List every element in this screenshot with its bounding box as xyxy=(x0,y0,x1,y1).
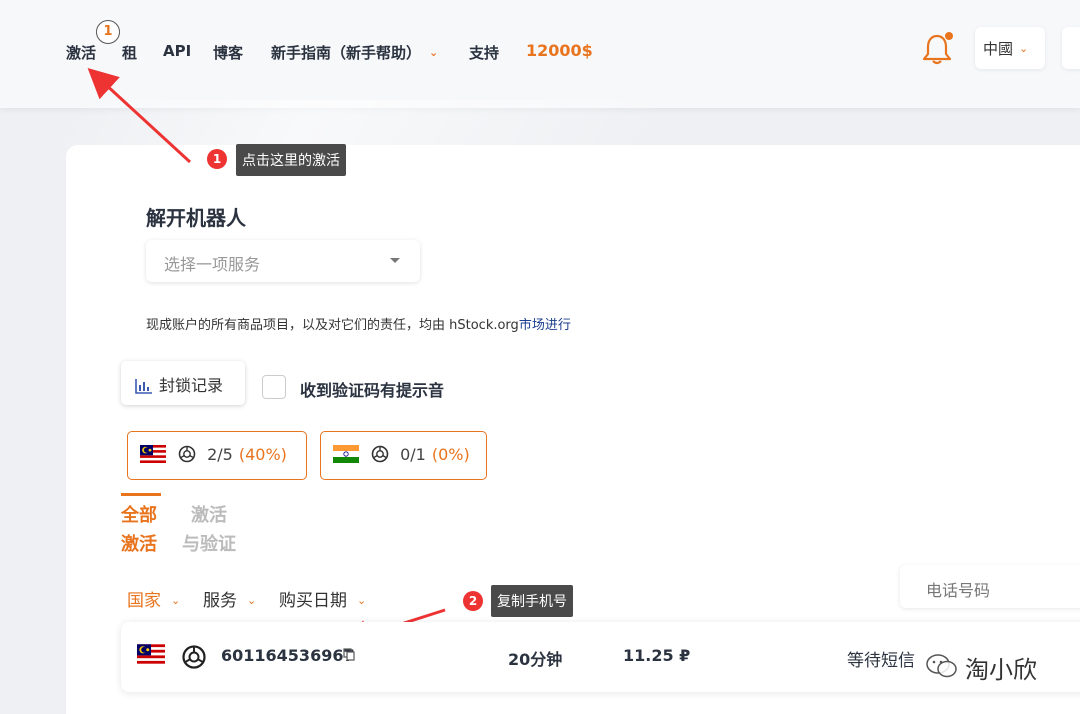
tab-all-line1: 全部 xyxy=(121,505,157,526)
active-tab-indicator xyxy=(121,493,161,496)
india-flag-icon xyxy=(333,445,359,463)
country-count: 0/1 xyxy=(400,445,426,464)
arrow-to-activate xyxy=(87,67,192,164)
annotation-badge-2: 2 xyxy=(463,591,483,611)
tab-activation-verification[interactable]: 激活 与验证 xyxy=(182,501,236,559)
openai-icon xyxy=(178,445,196,463)
sound-checkbox-label: 收到验证码有提示音 xyxy=(300,381,445,400)
disclaimer-text: 现成账户的所有商品项目，以及对它们的责任，均由 hStock.org xyxy=(146,318,519,333)
wechat-icon xyxy=(926,654,957,678)
sound-checkbox[interactable] xyxy=(262,375,286,399)
caret-down-icon xyxy=(390,258,400,263)
copy-icon[interactable] xyxy=(343,648,355,661)
malaysia-flag-icon xyxy=(137,644,165,664)
service-select[interactable]: 选择一项服务 xyxy=(146,240,420,282)
filter-country[interactable]: 国家 ⌄ xyxy=(127,586,180,611)
chevron-down-icon: ⌄ xyxy=(171,594,181,607)
tab-all-activations[interactable]: 全部 激活 xyxy=(121,501,157,559)
country-percent: (0%) xyxy=(431,445,470,464)
chevron-down-icon: ⌄ xyxy=(357,594,367,607)
malaysia-flag-icon xyxy=(140,445,166,463)
annotation-badge-1: 1 xyxy=(207,149,227,169)
order-duration: 20分钟 xyxy=(508,650,563,669)
tab-all-line2: 激活 xyxy=(121,534,157,555)
marketplace-link[interactable]: 市场进行 xyxy=(519,318,571,333)
watermark-text: 淘小欣 xyxy=(965,656,1037,684)
filter-service-label: 服务 xyxy=(203,591,237,611)
block-log-label: 封锁记录 xyxy=(159,376,224,395)
tab-verify-line2: 与验证 xyxy=(182,534,236,555)
country-filter-malaysia[interactable]: 2/5 (40%) xyxy=(127,431,307,480)
openai-icon xyxy=(182,645,206,669)
tab-verify-line1: 激活 xyxy=(191,505,227,526)
order-status: 等待短信 xyxy=(847,651,915,671)
phone-search-input[interactable]: 电话号码 xyxy=(900,565,1080,608)
order-price: 11.25 ₽ xyxy=(623,646,691,665)
disclaimer: 现成账户的所有商品项目，以及对它们的责任，均由 hStock.org市场进行 xyxy=(146,314,571,333)
filter-purchase-date[interactable]: 购买日期 ⌄ xyxy=(279,586,366,611)
chevron-down-icon: ⌄ xyxy=(247,594,257,607)
service-select-placeholder: 选择一项服务 xyxy=(164,255,261,274)
annotation-tooltip-1: 点击这里的激活 xyxy=(236,144,346,176)
filter-date-label: 购买日期 xyxy=(279,591,347,611)
country-filter-india[interactable]: 0/1 (0%) xyxy=(320,431,487,480)
page-title: 解开机器人 xyxy=(146,206,246,230)
block-log-button[interactable]: 封锁记录 xyxy=(121,361,245,405)
openai-icon xyxy=(371,445,389,463)
country-count: 2/5 xyxy=(207,445,233,464)
filter-service[interactable]: 服务 ⌄ xyxy=(203,586,256,611)
bar-chart-icon xyxy=(135,379,152,394)
country-percent: (40%) xyxy=(238,445,287,464)
filter-country-label: 国家 xyxy=(127,591,161,611)
order-phone-number[interactable]: 601164536967 xyxy=(221,646,355,665)
annotation-tooltip-2: 复制手机号 xyxy=(491,585,573,617)
